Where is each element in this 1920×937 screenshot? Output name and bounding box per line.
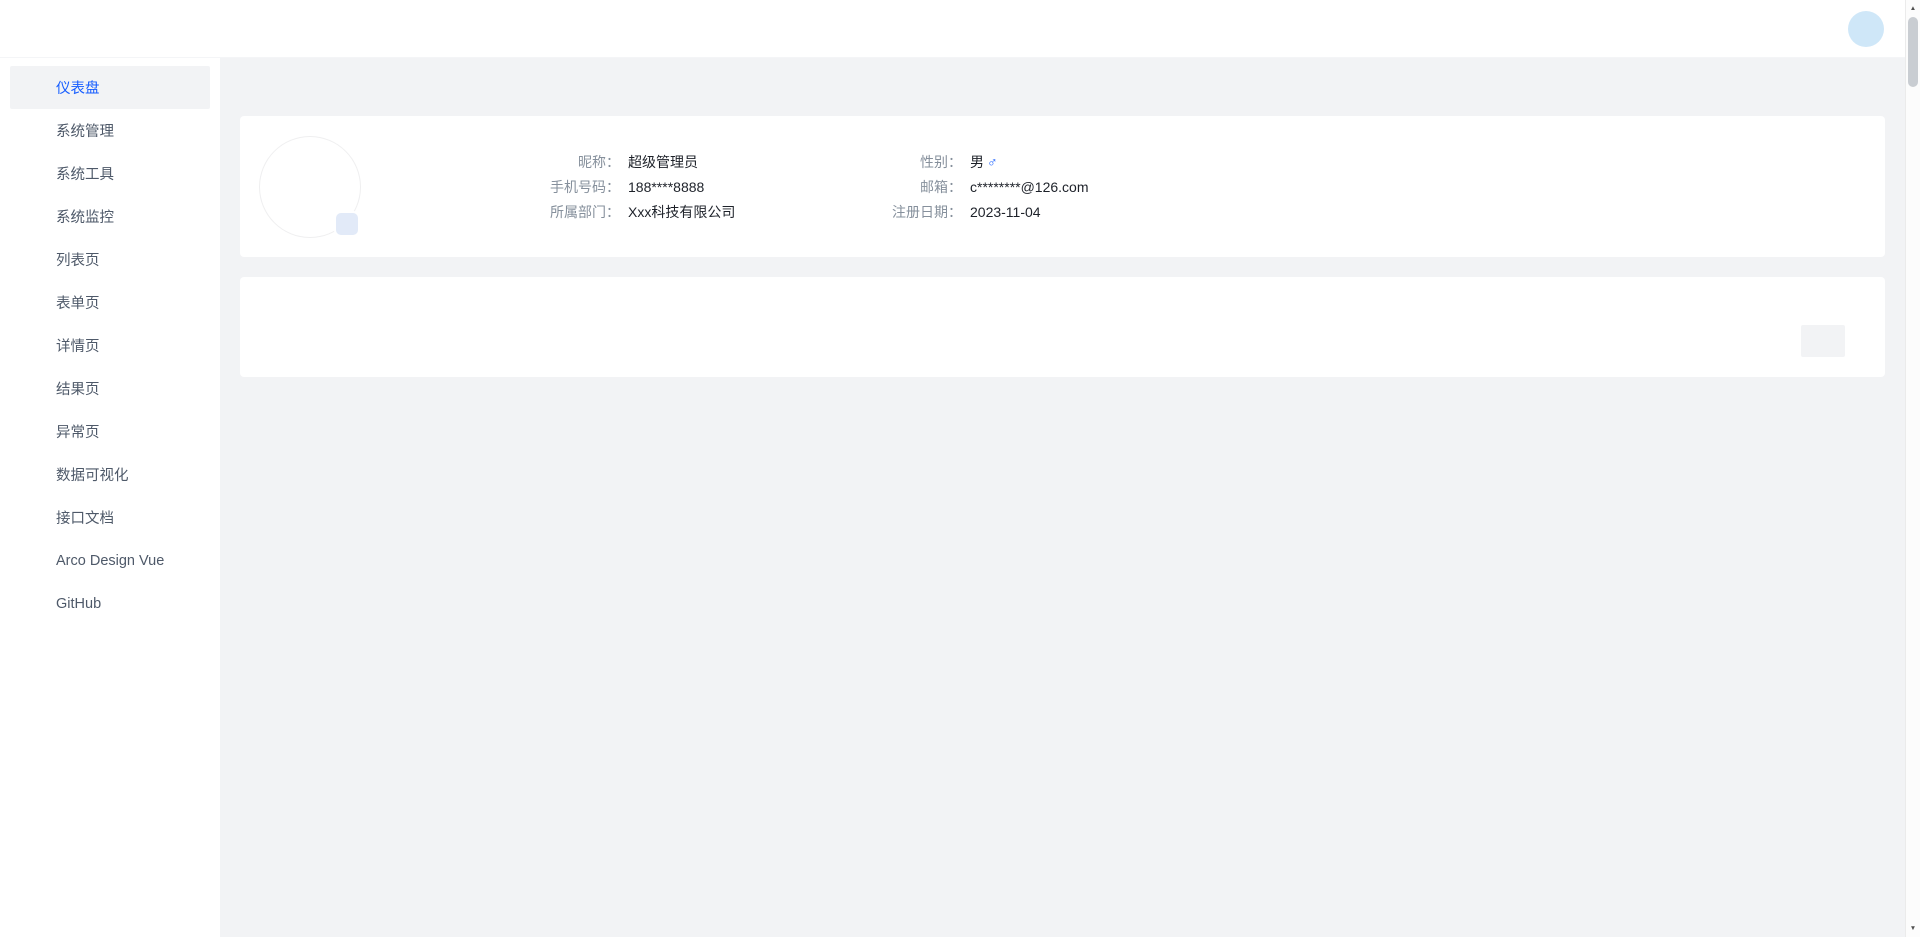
sidebar-item-label: GitHub xyxy=(56,596,202,612)
profile-field-value: 男♂ xyxy=(962,152,1382,172)
monitor-icon xyxy=(24,208,42,226)
profile-field-label: 邮箱： xyxy=(840,177,962,197)
refresh-icon[interactable] xyxy=(1661,327,1689,355)
search-icon[interactable] xyxy=(1498,11,1534,47)
notifications-icon[interactable] xyxy=(1648,11,1684,47)
exception-icon xyxy=(24,423,42,441)
settings-icon[interactable] xyxy=(1748,11,1784,47)
profile-field-label: 昵称： xyxy=(508,152,620,172)
sidebar-item-result-pages[interactable]: 结果页 xyxy=(10,367,210,410)
sidebar-item-system-management[interactable]: 系统管理 xyxy=(10,109,210,152)
sidebar-item-label: 结果页 xyxy=(56,378,189,399)
content-column: 昵称：超级管理员性别：男♂ 手机号码：188****8888邮箱：c*******… xyxy=(240,116,1885,377)
sidebar-item-dashboard[interactable]: 仪表盘 xyxy=(10,66,210,109)
sidebar: 仪表盘系统管理系统工具系统监控列表页表单页详情页结果页异常页数据可视化接口文档 A… xyxy=(0,58,220,937)
brand[interactable] xyxy=(20,15,59,43)
sidebar-item-label: 系统管理 xyxy=(56,120,189,141)
sidebar-item-system-monitor[interactable]: 系统监控 xyxy=(10,195,210,238)
male-icon: ♂ xyxy=(987,154,998,170)
chevron-down-icon xyxy=(189,382,202,395)
chevron-down-icon xyxy=(189,425,202,438)
result-icon xyxy=(24,380,42,398)
profile-field-label: 手机号码： xyxy=(508,177,620,197)
sidebar-item-github[interactable]: GitHub xyxy=(10,582,210,625)
scrollbar: ▲ ▼ xyxy=(1905,0,1920,937)
profile-field-label: 注册日期： xyxy=(840,202,962,222)
profile-field-value: 188****8888 xyxy=(620,177,840,197)
detail-icon xyxy=(24,337,42,355)
chevron-down-icon xyxy=(189,124,202,137)
sidebar-item-exception-pages[interactable]: 异常页 xyxy=(10,410,210,453)
form-icon xyxy=(24,294,42,312)
profile-card: 昵称：超级管理员性别：男♂ 手机号码：188****8888邮箱：c*******… xyxy=(240,116,1885,257)
sidebar-item-label: 详情页 xyxy=(56,335,189,356)
chevron-down-icon xyxy=(189,468,202,481)
chart-icon xyxy=(24,466,42,484)
chevron-down-icon xyxy=(189,296,202,309)
chevron-down-icon xyxy=(189,210,202,223)
chevron-down-icon xyxy=(189,253,202,266)
settings-icon xyxy=(24,122,42,140)
header-actions xyxy=(1498,11,1884,47)
camera-icon[interactable] xyxy=(336,213,358,235)
profile-fields: 昵称：超级管理员性别：男♂ 手机号码：188****8888邮箱：c*******… xyxy=(508,152,1382,222)
dashboard-icon xyxy=(24,79,42,97)
scroll-down-arrow[interactable]: ▼ xyxy=(1906,921,1920,936)
profile-field-label: 性别： xyxy=(840,152,962,172)
chevron-down-icon xyxy=(189,339,202,352)
api-icon xyxy=(24,509,42,527)
sidebar-item-label: Arco Design Vue xyxy=(56,553,202,569)
profile-field-label: 所属部门： xyxy=(508,202,620,222)
sidebar-collapse-button[interactable] xyxy=(184,895,214,925)
theme-icon[interactable] xyxy=(1598,11,1634,47)
list-icon xyxy=(24,251,42,269)
tools-icon xyxy=(24,165,42,183)
sidebar-item-label: 异常页 xyxy=(56,421,189,442)
docs-icon[interactable] xyxy=(1798,11,1834,47)
sidebar-item-label: 列表页 xyxy=(56,249,189,270)
scroll-up-arrow[interactable]: ▲ xyxy=(1906,1,1920,16)
link-icon xyxy=(24,552,42,570)
sidebar-item-label: 表单页 xyxy=(56,292,189,313)
profile-field-value: Xxx科技有限公司 xyxy=(620,202,840,222)
app-header xyxy=(0,0,1920,58)
chevron-down-icon xyxy=(1823,335,1835,347)
avatar xyxy=(260,137,360,237)
user-avatar[interactable] xyxy=(1848,11,1884,47)
sidebar-item-label: 系统监控 xyxy=(56,206,189,227)
sidebar-item-data-visualization[interactable]: 数据可视化 xyxy=(10,453,210,496)
github-icon xyxy=(24,595,42,613)
sidebar-item-form-pages[interactable]: 表单页 xyxy=(10,281,210,324)
scrollbar-thumb[interactable] xyxy=(1908,17,1918,87)
chevron-down-icon xyxy=(189,167,202,180)
sidebar-item-label: 接口文档 xyxy=(56,507,202,528)
apps-icon[interactable] xyxy=(244,79,260,95)
sidebar-item-system-tools[interactable]: 系统工具 xyxy=(10,152,210,195)
sidebar-item-label: 数据可视化 xyxy=(56,464,189,485)
sidebar-item-detail-pages[interactable]: 详情页 xyxy=(10,324,210,367)
translate-icon[interactable] xyxy=(1548,11,1584,47)
sidebar-item-arco-design-vue[interactable]: Arco Design Vue xyxy=(10,539,210,582)
header-icon-group xyxy=(1498,11,1834,47)
sidebar-item-label: 仪表盘 xyxy=(56,77,202,98)
fullscreen-icon[interactable] xyxy=(1698,11,1734,47)
page-size-select[interactable] xyxy=(1801,325,1845,357)
app-logo-icon xyxy=(20,15,48,43)
next-page-button[interactable] xyxy=(1755,325,1787,357)
prev-page-button[interactable] xyxy=(1711,325,1743,357)
sidebar-item-list-pages[interactable]: 列表页 xyxy=(10,238,210,281)
sidebar-item-label: 系统工具 xyxy=(56,163,189,184)
sidebar-item-api-docs[interactable]: 接口文档 xyxy=(10,496,210,539)
profile-field-value: 超级管理员 xyxy=(620,152,840,172)
profile-field-value: 2023-11-04 xyxy=(962,202,1382,222)
sidebar-menu: 仪表盘系统管理系统工具系统监控列表页表单页详情页结果页异常页数据可视化接口文档 A… xyxy=(0,66,220,625)
operation-log-card xyxy=(240,277,1885,377)
profile-field-value: c********@126.com xyxy=(962,177,1382,197)
breadcrumb xyxy=(220,58,1920,116)
pagination xyxy=(280,325,1845,357)
